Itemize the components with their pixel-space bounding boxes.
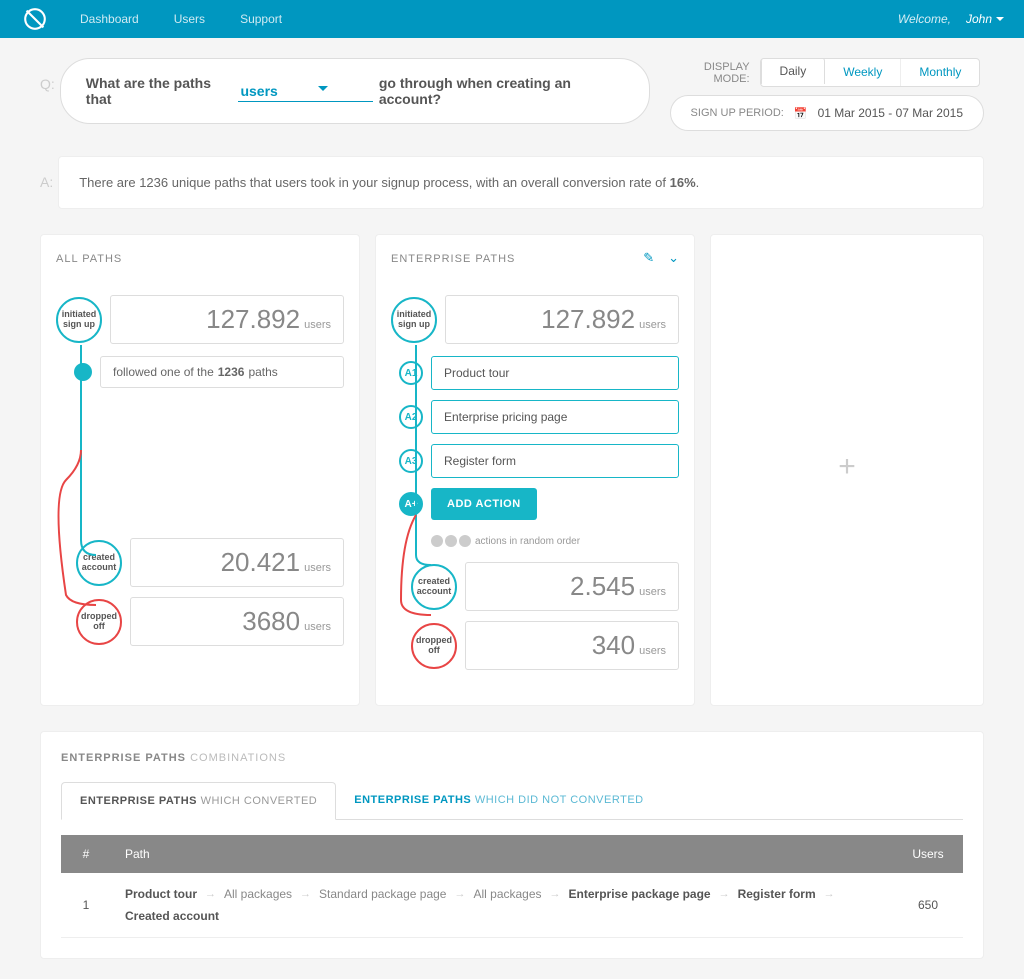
nav-dashboard[interactable]: Dashboard [80, 12, 139, 26]
row-path: Product tour→All packages→Standard packa… [111, 873, 893, 938]
nav-support[interactable]: Support [240, 12, 282, 26]
initiated-signup-node: initiated sign up [391, 297, 437, 343]
combinations-section: ENTERPRISE PATHS COMBINATIONS ENTERPRISE… [40, 731, 984, 959]
welcome-text: Welcome, [898, 12, 951, 26]
initiated-stat: 127.892 users [445, 295, 679, 344]
topbar: Dashboard Users Support Welcome, John [0, 0, 1024, 38]
add-step-badge: A+ [399, 492, 423, 516]
random-order-note: actions in random order [431, 535, 679, 547]
dropped-stat: 3680 users [130, 597, 344, 646]
display-mode-tabs: Daily Weekly Monthly [760, 58, 981, 87]
question-suffix: go through when creating an account? [379, 75, 624, 107]
step-register-form[interactable]: Register form [431, 444, 679, 478]
question-mark-icon: Q: [40, 76, 55, 92]
combination-tabs: ENTERPRISE PATHS WHICH CONVERTED ENTERPR… [61, 782, 963, 820]
main-nav: Dashboard Users Support [80, 12, 898, 26]
created-stat: 2.545 users [465, 562, 679, 611]
question-box: What are the paths that users go through… [60, 58, 650, 124]
dropped-stat: 340 users [465, 621, 679, 670]
paths-subject-select[interactable]: users [238, 81, 372, 102]
panel-add-new[interactable]: + [710, 234, 984, 706]
created-account-node: created account [411, 564, 457, 610]
followed-paths-stat: followed one of the 1236 paths [100, 356, 344, 388]
calendar-icon: 📅 [794, 107, 808, 120]
nav-users[interactable]: Users [174, 12, 205, 26]
period-label: SIGN UP PERIOD: [691, 107, 784, 119]
answer-box: There are 1236 unique paths that users t… [58, 156, 984, 209]
user-menu[interactable]: John [966, 12, 1004, 26]
step-badge: A1 [399, 361, 423, 385]
step-product-tour[interactable]: Product tour [431, 356, 679, 390]
tab-monthly[interactable]: Monthly [901, 59, 979, 86]
section-title: ENTERPRISE PATHS COMBINATIONS [61, 752, 963, 764]
tab-daily[interactable]: Daily [761, 58, 826, 84]
created-stat: 20.421 users [130, 538, 344, 587]
panel-title: ALL PATHS [56, 253, 344, 265]
path-dot [74, 363, 92, 381]
tab-not-converted[interactable]: ENTERPRISE PATHS WHICH DID NOT CONVERTED [336, 782, 661, 819]
answer-mark-icon: A: [40, 174, 53, 190]
th-number: # [61, 835, 111, 873]
table-row[interactable]: 1 Product tour→All packages→Standard pac… [61, 873, 963, 938]
camera-icon[interactable]: ✎ [643, 250, 654, 266]
chevron-down-icon[interactable]: ⌄ [668, 250, 679, 266]
view-controls: DISPLAY MODE: Daily Weekly Monthly SIGN … [670, 58, 984, 131]
paths-table: # Path Users 1 Product tour→All packages… [61, 835, 963, 938]
add-action-button[interactable]: ADD ACTION [431, 488, 537, 520]
period-dates: 01 Mar 2015 - 07 Mar 2015 [818, 106, 963, 120]
caret-down-icon [996, 17, 1004, 25]
signup-period-picker[interactable]: SIGN UP PERIOD: 📅 01 Mar 2015 - 07 Mar 2… [670, 95, 984, 131]
step-pricing-page[interactable]: Enterprise pricing page [431, 400, 679, 434]
step-badge: A2 [399, 405, 423, 429]
row-users: 650 [893, 873, 963, 938]
created-account-node: created account [76, 540, 122, 586]
tab-weekly[interactable]: Weekly [825, 59, 901, 86]
panel-title: ENTERPRISE PATHS [391, 253, 679, 265]
question-prefix: What are the paths that [86, 75, 233, 107]
step-badge: A3 [399, 449, 423, 473]
plus-icon: + [838, 450, 856, 484]
display-mode-label: DISPLAY MODE: [670, 61, 750, 85]
row-number: 1 [61, 873, 111, 938]
initiated-signup-node: initiated sign up [56, 297, 102, 343]
dropped-off-node: dropped off [411, 623, 457, 669]
th-users: Users [893, 835, 963, 873]
panel-all-paths: ALL PATHS initiated sign up 127.892 user… [40, 234, 360, 706]
initiated-stat: 127.892 users [110, 295, 344, 344]
panel-enterprise-paths: ENTERPRISE PATHS ✎ ⌄ initiated sign up 1… [375, 234, 695, 706]
logo-icon [20, 4, 50, 34]
th-path: Path [111, 835, 893, 873]
dropped-off-node: dropped off [76, 599, 122, 645]
tab-converted[interactable]: ENTERPRISE PATHS WHICH CONVERTED [61, 782, 336, 820]
